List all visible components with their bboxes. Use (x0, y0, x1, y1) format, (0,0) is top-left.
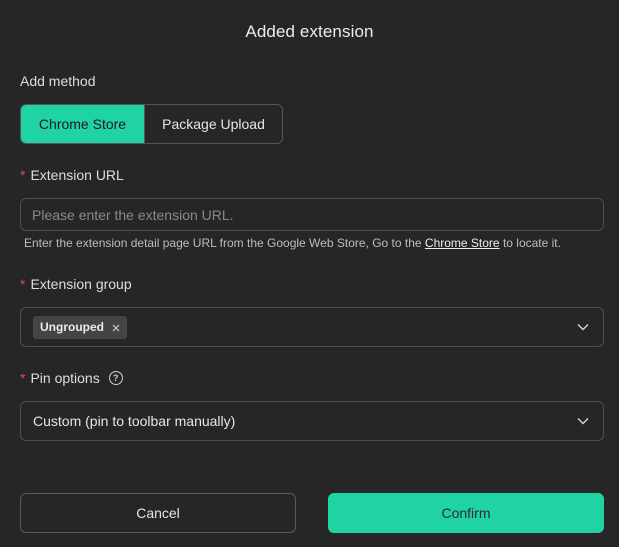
extension-url-label: Extension URL (30, 167, 124, 183)
package-upload-option[interactable]: Package Upload (144, 105, 282, 143)
chevron-down-icon (577, 415, 589, 427)
add-method-segmented-control: Chrome Store Package Upload (20, 104, 283, 144)
cancel-button[interactable]: Cancel (20, 493, 296, 533)
extension-group-label-row: * Extension group (20, 276, 132, 292)
hint-text-prefix: Enter the extension detail page URL from… (24, 236, 425, 250)
add-extension-dialog: Added extension Add method Chrome Store … (0, 0, 619, 547)
extension-url-hint: Enter the extension detail page URL from… (24, 236, 561, 250)
required-mark: * (20, 276, 26, 292)
extension-group-select[interactable]: Ungrouped (20, 307, 604, 347)
question-circle-icon[interactable]: ? (108, 371, 123, 385)
chevron-down-icon (577, 321, 589, 333)
group-tag-label: Ungrouped (40, 320, 104, 334)
tag-container: Ungrouped (33, 315, 127, 339)
add-method-label: Add method (20, 73, 96, 89)
hint-text-suffix: to locate it. (499, 236, 561, 250)
extension-url-input[interactable] (21, 199, 603, 230)
chrome-store-link[interactable]: Chrome Store (425, 236, 500, 250)
extension-url-label-row: * Extension URL (20, 167, 124, 183)
chrome-store-option[interactable]: Chrome Store (21, 105, 144, 143)
dialog-title: Added extension (245, 22, 374, 41)
pin-options-label: Pin options (30, 370, 100, 386)
group-tag: Ungrouped (33, 315, 127, 339)
pin-options-select[interactable]: Custom (pin to toolbar manually) (20, 401, 604, 441)
pin-options-label-row: * Pin options ? (20, 370, 123, 386)
close-icon[interactable] (112, 319, 120, 335)
required-mark: * (20, 370, 26, 386)
extension-url-field[interactable] (20, 198, 604, 231)
pin-options-value: Custom (pin to toolbar manually) (33, 413, 236, 429)
extension-group-label: Extension group (30, 276, 132, 292)
required-mark: * (20, 167, 26, 183)
confirm-button[interactable]: Confirm (328, 493, 604, 533)
